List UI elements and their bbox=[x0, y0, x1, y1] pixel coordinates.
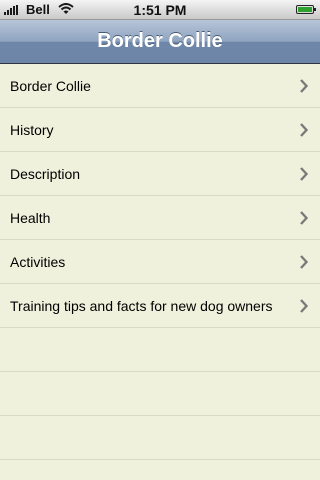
menu-table: Border Collie History Description Health… bbox=[0, 64, 320, 480]
status-time: 1:51 PM bbox=[133, 2, 187, 18]
chevron-right-icon bbox=[300, 79, 308, 93]
chevron-right-icon bbox=[300, 255, 308, 269]
page-title: Border Collie bbox=[97, 30, 223, 52]
list-item-training-tips[interactable]: Training tips and facts for new dog owne… bbox=[0, 284, 320, 328]
chevron-right-icon bbox=[300, 299, 308, 313]
chevron-right-icon bbox=[300, 123, 308, 137]
list-item-label: Border Collie bbox=[10, 78, 91, 94]
list-item-label: Description bbox=[10, 166, 81, 182]
battery-level bbox=[298, 7, 312, 12]
chevron-right-icon bbox=[300, 211, 308, 225]
list-item-history[interactable]: History bbox=[0, 108, 320, 152]
status-bar: Bell 1:51 PM bbox=[0, 0, 320, 20]
navigation-bar: Border Collie bbox=[0, 20, 320, 64]
list-item-label: Training tips and facts for new dog owne… bbox=[10, 298, 273, 314]
list-item-border-collie[interactable]: Border Collie bbox=[0, 64, 320, 108]
list-item-activities[interactable]: Activities bbox=[0, 240, 320, 284]
list-item-label: Health bbox=[10, 210, 51, 226]
list-item-description[interactable]: Description bbox=[0, 152, 320, 196]
list-item-health[interactable]: Health bbox=[0, 196, 320, 240]
list-item-label: Activities bbox=[10, 254, 66, 270]
chevron-right-icon bbox=[300, 167, 308, 181]
battery-icon bbox=[296, 5, 316, 14]
list-item-label: History bbox=[10, 122, 54, 138]
